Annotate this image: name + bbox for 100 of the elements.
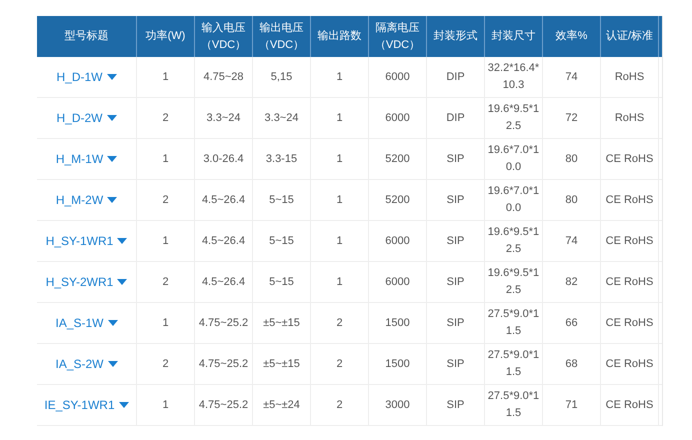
table-cell-text: 5~15: [269, 234, 294, 248]
table-cell-text: 3.3-15: [266, 152, 298, 166]
table-cell-text: ±5~±15: [263, 356, 300, 372]
table-cell-text: SIP: [446, 152, 464, 166]
model-link[interactable]: H_SY-2WR1: [46, 273, 128, 291]
column-header: 认证/标准: [606, 29, 654, 44]
table-cell-text: 19.6*7.0*10.0: [487, 143, 540, 175]
table-cell-text: 1500: [385, 316, 410, 330]
table-cell-text: 5,15: [270, 70, 292, 84]
table-cell-text: 3.3~24: [206, 110, 240, 126]
column-header: 效率%: [556, 28, 588, 44]
table-cell-text: CE RoHS: [606, 234, 654, 248]
table-cell-text: 1: [336, 70, 343, 84]
table-cell-text: ±5~±15: [263, 316, 300, 330]
model-link[interactable]: H_M-1W: [56, 150, 118, 168]
table-cell-text: 1: [336, 234, 343, 248]
table-cell-text: 1500: [385, 356, 410, 372]
table-cell-text: 6000: [385, 110, 410, 126]
caret-icon: [117, 279, 128, 285]
table-cell-text: 2: [336, 356, 343, 372]
caret-icon: [106, 74, 116, 80]
table-cell-text: 4.75~28: [203, 70, 244, 84]
table-cell-text: RoHS: [614, 70, 644, 84]
column-header: 封装尺寸: [492, 29, 536, 44]
table-cell-text: 2: [162, 356, 169, 372]
table-cell-text: 5200: [385, 152, 410, 166]
table-cell-text: 66: [565, 316, 578, 330]
table-cell-text: 5200: [385, 192, 410, 208]
table-cell-text: 4.75~25.2: [198, 316, 248, 330]
column-header: 输出路数: [318, 29, 362, 44]
table-cell-text: 4.75~25.2: [198, 356, 248, 372]
table-cell-text: CE RoHS: [606, 398, 654, 412]
table-cell-text: 19.6*7.0*10.0: [487, 184, 540, 216]
caret-icon: [107, 156, 118, 162]
table-cell-text: 3.0-26.4: [203, 152, 244, 166]
column-unit: （VDC）: [258, 38, 304, 52]
table-cell-text: 4.5~26.4: [202, 234, 246, 248]
table-cell-text: 1: [162, 234, 169, 248]
caret-icon: [118, 402, 129, 408]
table-cell-text: CE RoHS: [606, 152, 654, 166]
table-cell-text: ±5~±24: [263, 398, 300, 412]
model-link[interactable]: H_M-2W: [56, 191, 118, 209]
caret-icon: [108, 320, 118, 326]
model-link[interactable]: IA_S-1W: [55, 314, 118, 332]
table-cell-text: 1: [162, 398, 169, 412]
table-cell-text: 1: [336, 110, 343, 126]
table-cell-text: 1: [162, 152, 169, 166]
table-cell-text: 2: [162, 110, 169, 126]
table-cell-text: 72: [565, 110, 578, 126]
table-cell-text: 74: [565, 234, 578, 248]
model-link[interactable]: H_D-1W: [56, 68, 116, 86]
table-cell-text: 1: [162, 70, 169, 84]
model-link[interactable]: IA_S-2W: [55, 355, 118, 373]
table-cell-text: 27.5*9.0*11.5: [487, 307, 540, 339]
caret-icon: [107, 197, 118, 203]
caret-icon: [117, 238, 128, 244]
table-cell-text: 19.6*9.5*12.5: [487, 266, 540, 298]
table-cell-text: 71: [565, 398, 578, 412]
table-cell-text: 2: [162, 192, 169, 208]
column-header: 输出电压: [260, 20, 304, 36]
model-link[interactable]: H_SY-1WR1: [46, 232, 128, 250]
table-cell-text: CE RoHS: [606, 192, 654, 208]
table-cell-text: 1: [336, 152, 343, 166]
column-unit: （VDC）: [200, 38, 246, 52]
column-header: 封装形式: [434, 29, 478, 44]
table-cell-text: CE RoHS: [606, 274, 654, 290]
table-cell-text: SIP: [446, 234, 464, 248]
table-cell-text: 1: [162, 316, 169, 330]
caret-icon: [108, 361, 118, 367]
model-link[interactable]: H_D-2W: [56, 109, 116, 127]
column-header: 型号标题: [64, 29, 108, 44]
table-cell-text: SIP: [446, 356, 464, 372]
table-cell-text: DIP: [446, 110, 465, 126]
column-unit: （VDC）: [374, 38, 420, 52]
table-cell-text: SIP: [446, 398, 464, 412]
table-cell-text: 5~15: [269, 274, 294, 290]
table-cell-text: 68: [565, 356, 578, 372]
table-cell-text: 82: [565, 274, 578, 290]
table-cell-text: SIP: [446, 274, 464, 290]
table-cell-text: 27.5*9.0*11.5: [487, 348, 540, 380]
table-cell-text: 80: [565, 152, 578, 166]
table-cell-text: 4.75~25.2: [198, 398, 248, 412]
table-cell-text: 80: [565, 192, 578, 208]
column-header: 功率(W): [146, 28, 186, 44]
table-cell-text: 19.6*9.5*12.5: [487, 102, 540, 134]
table-cell-text: SIP: [446, 316, 464, 330]
table-cell-text: 2: [336, 398, 343, 412]
column-header: 输入电压: [202, 20, 246, 36]
column-header: 隔离电压: [376, 20, 420, 36]
table-cell-text: DIP: [446, 70, 465, 84]
table-cell-text: SIP: [446, 192, 464, 208]
table-cell-text: 3000: [385, 398, 410, 412]
model-link[interactable]: IE_SY-1WR1: [44, 396, 129, 414]
table-cell-text: 2: [336, 316, 343, 330]
table-cell-text: 1: [336, 192, 343, 208]
table-cell-text: 6000: [385, 70, 410, 84]
table-cell-text: RoHS: [614, 110, 644, 126]
table-cell-text: 2: [162, 274, 169, 290]
table-cell-text: 4.5~26.4: [202, 192, 246, 208]
table-cell-text: 19.6*9.5*12.5: [487, 225, 540, 257]
